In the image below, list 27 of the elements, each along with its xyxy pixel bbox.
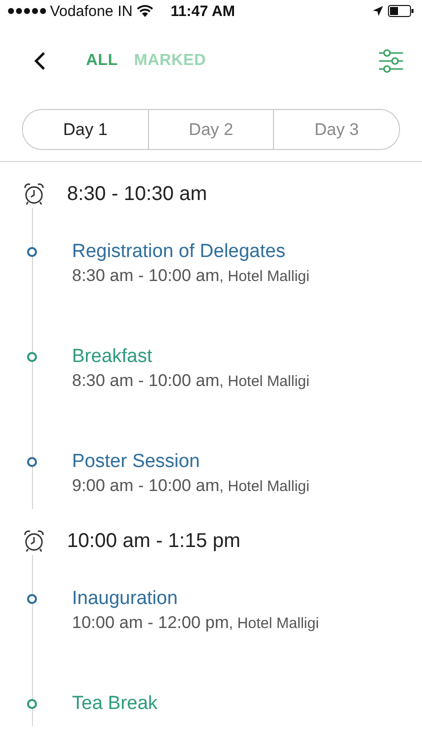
filter-tab[interactable]: ALL: [86, 52, 118, 70]
location-arrow-icon: [372, 5, 384, 17]
event-location: , Hotel Malligi: [219, 268, 310, 285]
event-location: , Hotel Malligi: [219, 478, 310, 495]
alarm-clock-icon: [22, 182, 46, 206]
event-title[interactable]: Registration of Delegates: [72, 240, 286, 264]
event-location: , Hotel Malligi: [219, 373, 310, 390]
filter-settings-icon[interactable]: [378, 49, 404, 73]
time-slot-heading: 8:30 - 10:30 am: [67, 182, 208, 206]
event-time: 8:30 am - 10:00 am: [72, 266, 220, 285]
time-slot-heading: 10:00 am - 1:15 pm: [67, 530, 240, 552]
back-button[interactable]: [34, 51, 46, 71]
event-time: 8:30 am - 10:00 am: [72, 371, 220, 390]
event-time: 10:00 am - 12:00 pm: [72, 613, 229, 632]
wifi-icon: [136, 5, 153, 17]
event-title[interactable]: Inauguration: [72, 587, 178, 611]
event-title[interactable]: Poster Session: [72, 450, 200, 474]
battery-icon: [388, 5, 414, 17]
day-tab[interactable]: Day 3: [273, 110, 399, 149]
event-title[interactable]: Breakfast: [72, 345, 152, 369]
event-title[interactable]: Tea Break: [72, 692, 158, 716]
signal-icon: [8, 8, 46, 14]
alarm-clock-icon: [22, 529, 46, 553]
event-time: 9:00 am - 10:00 am: [72, 476, 220, 495]
carrier-name: Vodafone IN: [50, 2, 133, 20]
event-location: , Hotel Malligi: [228, 615, 319, 632]
status-time: 11:47 AM: [170, 2, 236, 20]
